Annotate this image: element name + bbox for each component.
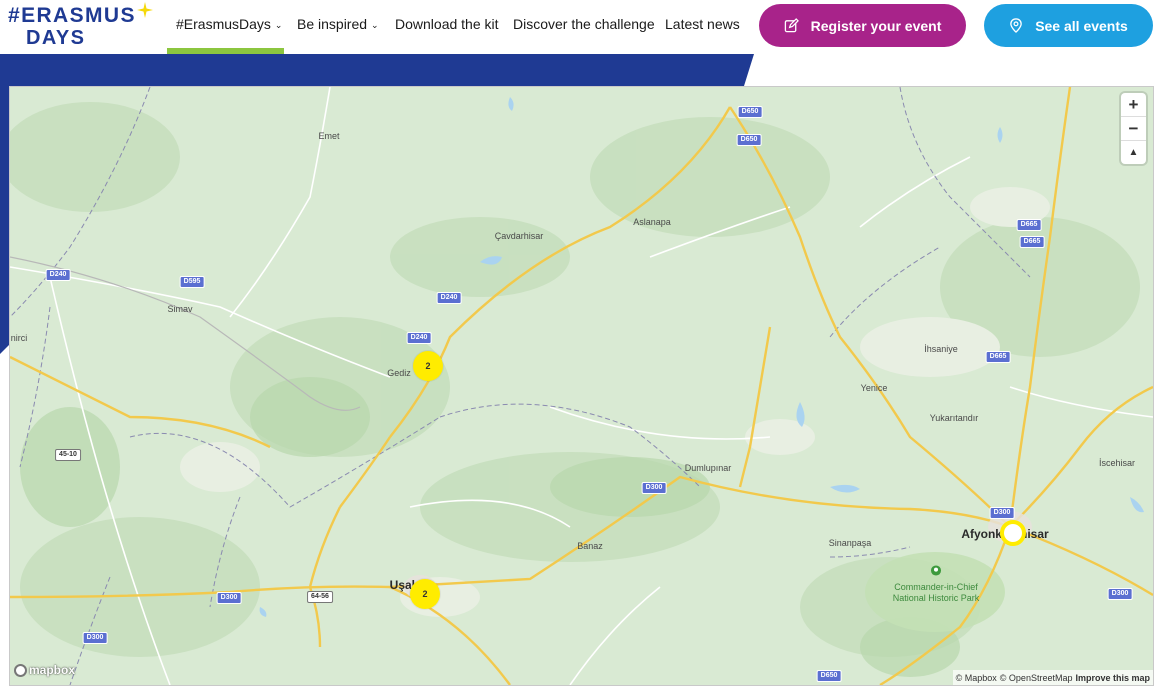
nav-erasmusdays[interactable]: #ErasmusDays ⌄ xyxy=(176,16,282,32)
zoom-out-button[interactable]: − xyxy=(1121,117,1146,141)
place-label: Gediz xyxy=(387,368,411,378)
nav-label: Be inspired xyxy=(297,16,368,32)
osm-attribution-link[interactable]: © OpenStreetMap xyxy=(1000,673,1073,683)
road-shield: D300 xyxy=(989,507,1015,519)
place-label: Dumlupınar xyxy=(684,463,732,473)
road-shield: D240 xyxy=(406,332,432,344)
mapbox-icon xyxy=(14,663,27,677)
place-label: Yenice xyxy=(860,383,888,393)
road-shield: D665 xyxy=(985,351,1011,363)
nav-latest-news[interactable]: Latest news xyxy=(665,16,740,32)
erasmus-days-logo[interactable]: #ERASMUS DAYS xyxy=(6,2,156,50)
road-shield: D300 xyxy=(641,482,667,494)
compass-button[interactable]: ▲ xyxy=(1121,141,1146,164)
event-cluster-marker[interactable]: 2 xyxy=(413,351,443,381)
nav-be-inspired[interactable]: Be inspired ⌄ xyxy=(297,16,379,32)
mapbox-attribution-link[interactable]: © Mapbox xyxy=(956,673,997,683)
mapbox-logo[interactable]: mapbox xyxy=(14,663,75,677)
place-label: Simav xyxy=(167,304,193,314)
map-attribution: © Mapbox © OpenStreetMap Improve this ma… xyxy=(952,670,1153,685)
edit-icon xyxy=(784,18,799,33)
site-header: #ERASMUS DAYS #ErasmusDays ⌄ Be inspired ⌄… xyxy=(0,0,1162,54)
road-shield: D650 xyxy=(737,106,763,118)
place-label: İscehisar xyxy=(1098,458,1136,468)
see-all-events-button[interactable]: See all events xyxy=(984,4,1153,47)
road-shield: 64-56 xyxy=(307,591,333,603)
map-navigation-control: + − ▲ xyxy=(1121,93,1146,164)
nav-active-indicator xyxy=(167,48,284,54)
place-label: Sinanpaşa xyxy=(828,538,872,548)
road-shield: D650 xyxy=(736,134,762,146)
place-label: İhsaniye xyxy=(924,344,958,354)
road-shield: D300 xyxy=(216,592,242,604)
place-label: Banaz xyxy=(577,541,603,551)
improve-map-link[interactable]: Improve this map xyxy=(1075,673,1150,683)
logo-line1: #ERASMUS xyxy=(8,4,136,27)
nav-label: #ErasmusDays xyxy=(176,16,271,32)
road-shield: 45-10 xyxy=(55,449,81,461)
chevron-down-icon: ⌄ xyxy=(274,20,283,30)
road-shield: D665 xyxy=(1016,219,1042,231)
logo-line2: DAYS xyxy=(26,27,86,49)
map-overlay: Emet Çavdarhisar Aslanapa Simav nirci Ge… xyxy=(10,87,1153,685)
see-all-events-label: See all events xyxy=(1035,17,1128,34)
zoom-in-button[interactable]: + xyxy=(1121,93,1146,117)
event-marker[interactable] xyxy=(1000,520,1026,546)
road-shield: D300 xyxy=(1107,588,1133,600)
road-shield: D665 xyxy=(1019,236,1045,248)
place-label: Yukarıtandır xyxy=(929,413,979,423)
register-event-button[interactable]: Register your event xyxy=(759,4,966,47)
nav-download-kit[interactable]: Download the kit xyxy=(395,16,499,32)
location-pin-icon xyxy=(1010,18,1023,33)
sparkle-icon xyxy=(137,2,153,18)
road-shield: D240 xyxy=(45,269,71,281)
park-label: Commander-in-Chief National Historic Par… xyxy=(892,582,980,603)
place-label: nirci xyxy=(10,333,28,343)
place-label: Çavdarhisar xyxy=(494,231,544,241)
park-icon xyxy=(930,563,942,581)
nav-discover-challenge[interactable]: Discover the challenge xyxy=(513,16,655,32)
place-label: Emet xyxy=(318,131,340,141)
road-shield: D650 xyxy=(816,670,842,682)
road-shield: D595 xyxy=(179,276,205,288)
chevron-down-icon: ⌄ xyxy=(371,20,379,30)
register-event-label: Register your event xyxy=(810,17,942,34)
road-shield: D300 xyxy=(82,632,108,644)
place-label: Aslanapa xyxy=(633,217,671,227)
events-map[interactable]: Emet Çavdarhisar Aslanapa Simav nirci Ge… xyxy=(9,86,1154,686)
mapbox-logo-text: mapbox xyxy=(29,663,76,677)
improve-map-label: Improve this map xyxy=(1075,672,1150,683)
road-shield: D240 xyxy=(436,292,462,304)
event-cluster-marker[interactable]: 2 xyxy=(410,579,440,609)
